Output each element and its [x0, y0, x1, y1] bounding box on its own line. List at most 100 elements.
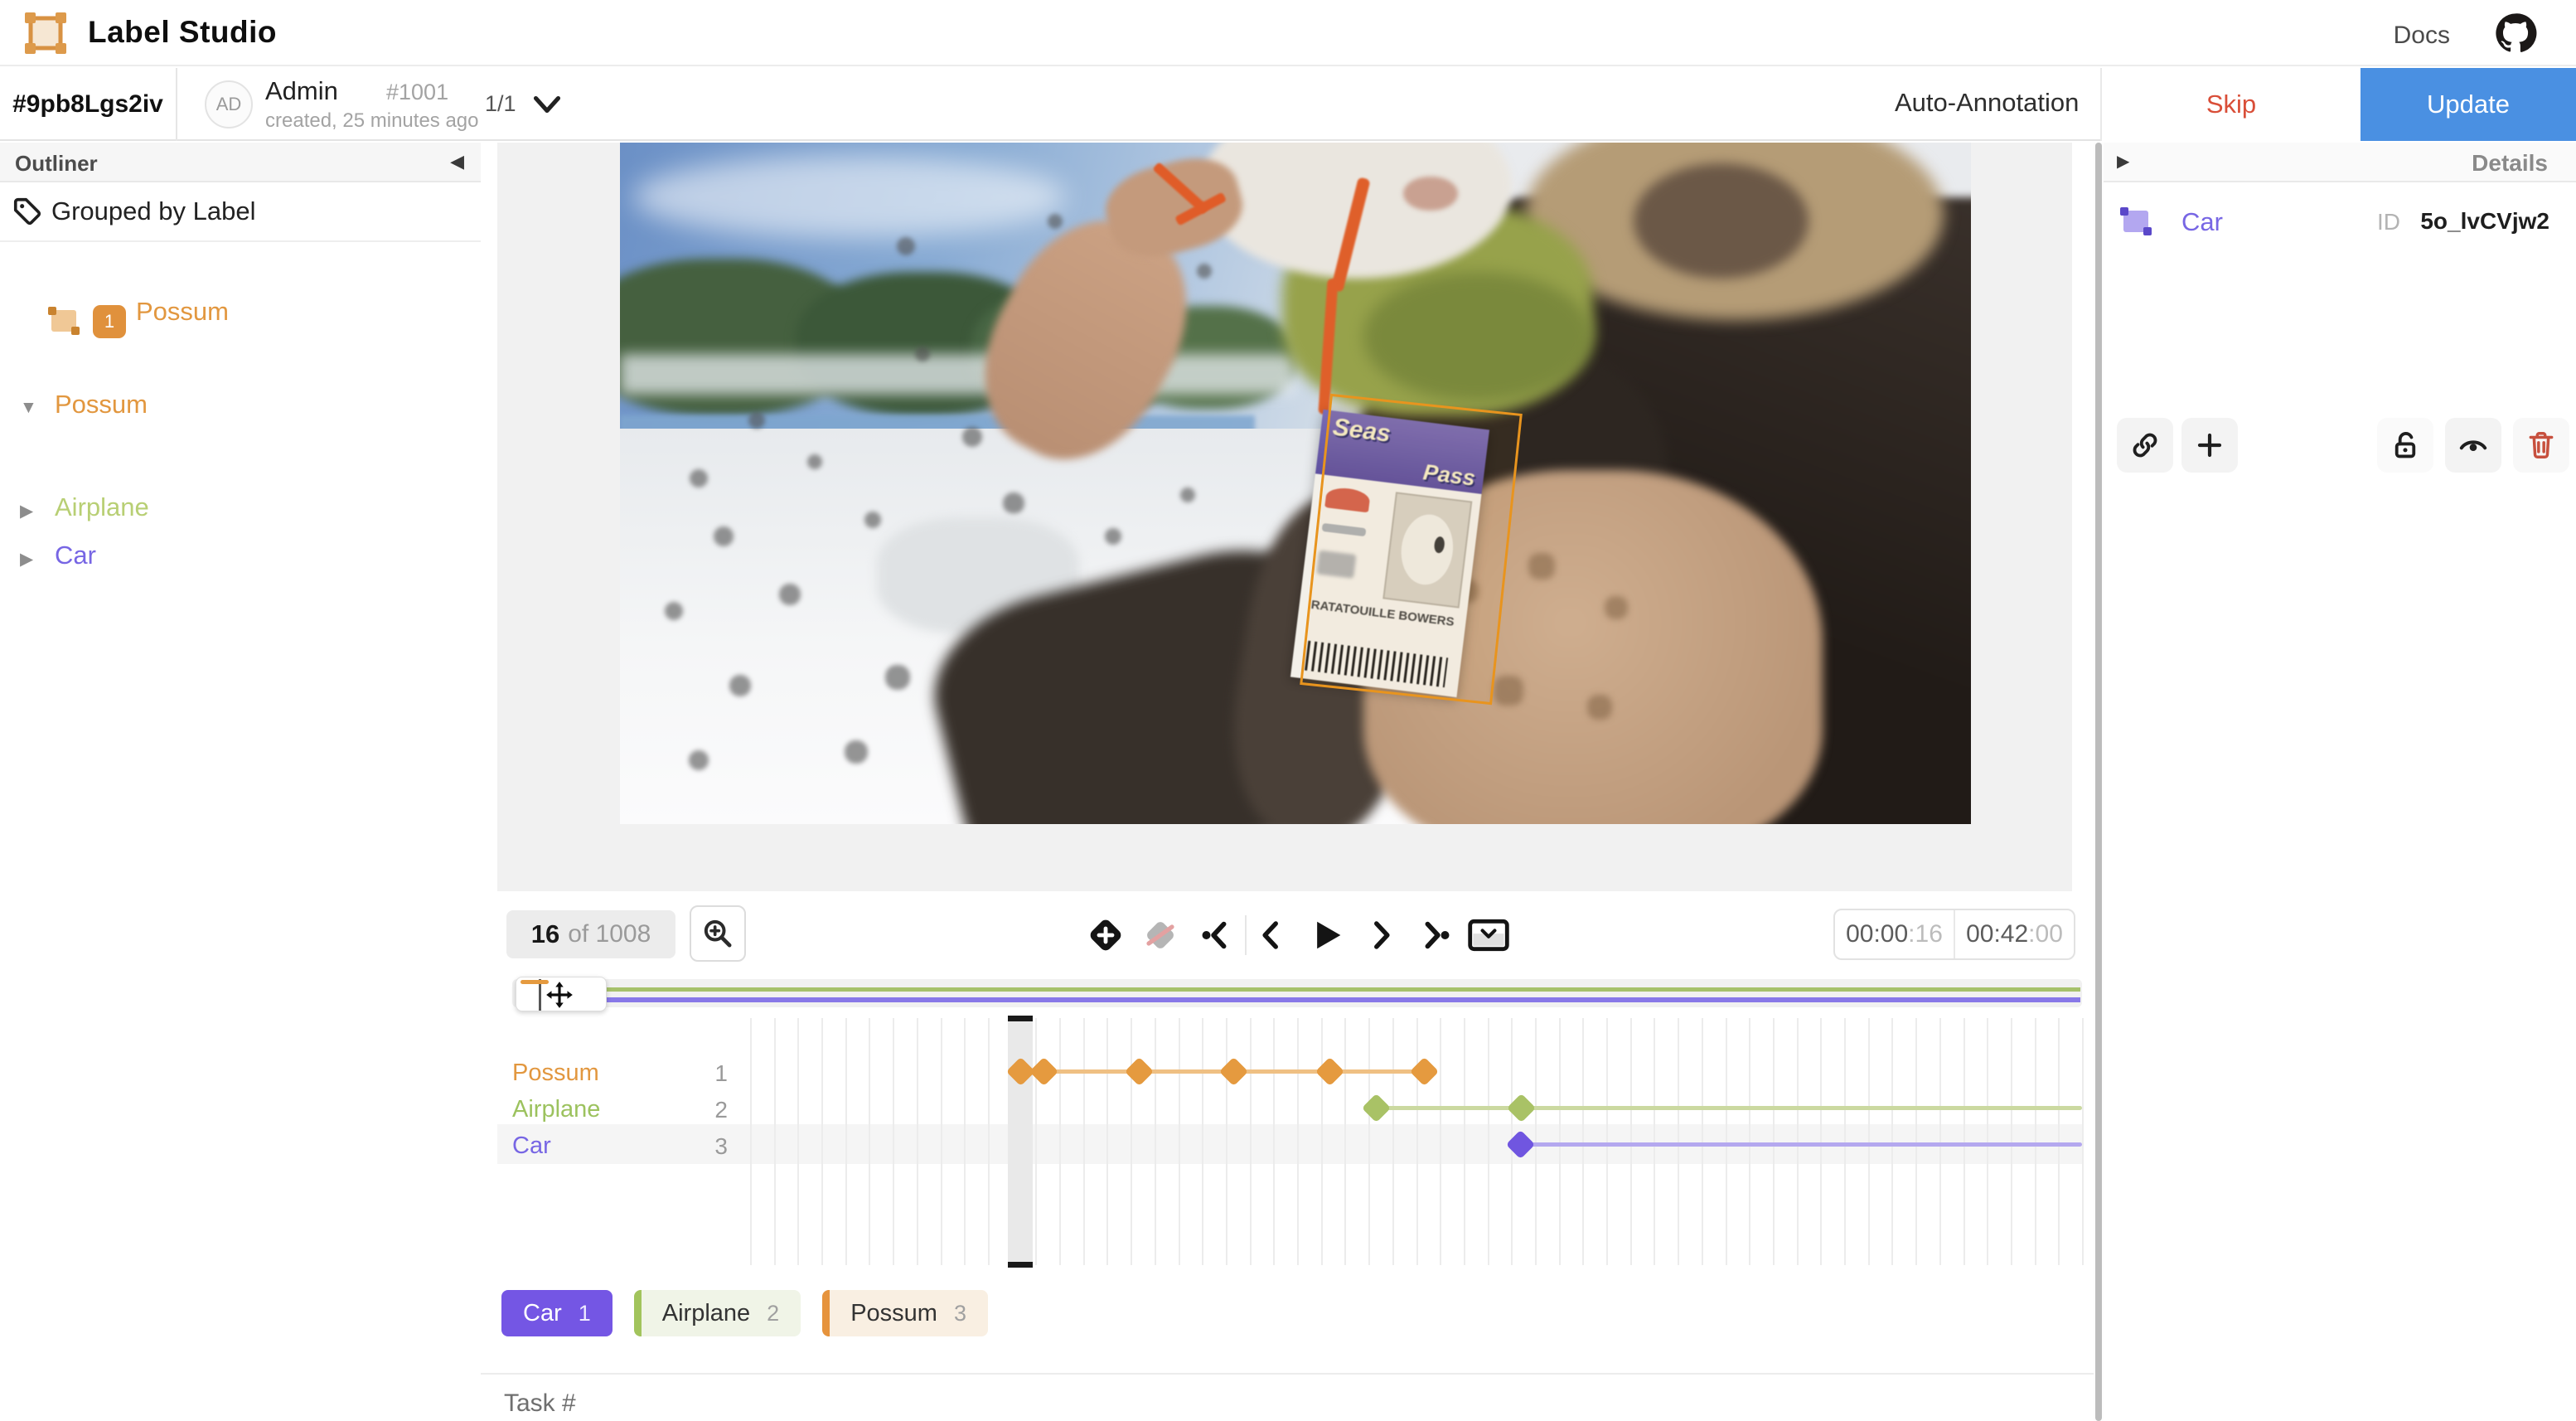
next-frame-button[interactable]	[1358, 912, 1404, 958]
label-studio-logo-icon[interactable]	[23, 11, 68, 56]
grid-line	[1987, 1018, 1988, 1265]
delete-region-button[interactable]	[2513, 418, 2569, 473]
keyframe-diamond-possum[interactable]	[1029, 1057, 1058, 1086]
remove-keyframe-button[interactable]	[1137, 912, 1184, 958]
hide-region-button[interactable]	[2445, 418, 2501, 473]
grid-line	[869, 1018, 870, 1265]
seek-line-car	[564, 997, 2080, 1002]
chevron-right-icon	[1363, 918, 1398, 953]
track-label-airplane[interactable]: Airplane	[512, 1096, 678, 1123]
grid-line	[1250, 1018, 1252, 1265]
scrollbar-thumb[interactable]	[2095, 143, 2102, 1421]
seek-track[interactable]	[512, 979, 2082, 1007]
playhead-cap[interactable]	[1008, 1016, 1033, 1021]
footer-divider	[481, 1373, 2094, 1375]
tree-group-car[interactable]: Car	[55, 541, 96, 570]
keyframe-line-airplane	[1376, 1106, 2082, 1110]
tree-group-airplane[interactable]: Airplane	[55, 492, 149, 522]
grid-line	[1392, 1018, 1394, 1265]
keyframe-diamond-possum[interactable]	[1410, 1057, 1439, 1086]
annotator-name: Admin	[265, 76, 338, 106]
tree-region-possum[interactable]: Possum	[136, 297, 229, 327]
track-num: 2	[695, 1097, 728, 1123]
grid-line	[1416, 1018, 1418, 1265]
move-cursor-icon	[544, 979, 575, 1011]
keyframe-diamond-car[interactable]	[1506, 1130, 1535, 1159]
label-chip-airplane[interactable]: Airplane2	[634, 1290, 801, 1336]
caret-collapsed-icon[interactable]: ▶	[20, 501, 33, 521]
grid-line	[1179, 1018, 1180, 1265]
skip-button[interactable]: Skip	[2100, 68, 2361, 141]
task-id[interactable]: #9pb8Lgs2iv	[0, 68, 177, 141]
github-icon[interactable]	[2493, 11, 2538, 56]
grid-line	[1464, 1018, 1465, 1265]
caret-expanded-icon[interactable]: ▼	[20, 398, 37, 418]
grid-line	[1344, 1018, 1346, 1265]
details-title: Details	[2472, 150, 2548, 177]
chevron-down-icon[interactable]	[532, 93, 562, 116]
keyframe-diamond-possum[interactable]	[1219, 1057, 1248, 1086]
auto-annotation-label: Auto-Annotation	[1895, 88, 2079, 118]
grid-line	[988, 1018, 990, 1265]
grid-line	[1106, 1018, 1108, 1265]
grid-line	[917, 1018, 918, 1265]
grid-line	[1321, 1018, 1323, 1265]
grid-line	[1226, 1018, 1227, 1265]
track-label-possum[interactable]: Possum	[512, 1060, 678, 1087]
video-frame[interactable]: Seas Pass RATATOUILLE BOWERS	[620, 143, 1971, 824]
outliner-header: Outliner ◀	[0, 143, 481, 182]
label-chip-car[interactable]: Car1	[501, 1290, 613, 1336]
seekbar[interactable]	[512, 977, 2082, 1011]
play-button[interactable]	[1303, 912, 1349, 958]
keyframe-line-car	[1520, 1142, 2082, 1147]
track-label-car[interactable]: Car	[512, 1132, 678, 1160]
tag-icon	[12, 196, 43, 227]
keyframe-diamond-possum[interactable]	[1315, 1057, 1344, 1086]
annotator-avatar[interactable]: AD	[205, 80, 253, 129]
lock-region-button[interactable]	[2377, 418, 2433, 473]
timeline-zoom-button[interactable]	[690, 905, 746, 962]
grouping-selector[interactable]: Grouped by Label	[0, 182, 481, 242]
docs-link[interactable]: Docs	[2394, 22, 2450, 50]
grid-line	[1726, 1018, 1727, 1265]
region-name[interactable]: Car	[2181, 207, 2223, 237]
update-button[interactable]: Update	[2361, 68, 2576, 141]
playhead-cap[interactable]	[1008, 1262, 1033, 1268]
bounding-box-region[interactable]	[1300, 394, 1523, 706]
prev-keyframe-button[interactable]	[1193, 912, 1239, 958]
grid-line	[1844, 1018, 1846, 1265]
grid-line	[1654, 1018, 1655, 1265]
grid-line	[750, 1018, 752, 1265]
collapse-panel-icon[interactable]: ◀	[450, 151, 464, 172]
keyframe-diamond-airplane[interactable]	[1362, 1094, 1391, 1123]
track-num: 1	[695, 1060, 728, 1087]
frame-counter[interactable]: 16 of 1008	[506, 910, 675, 958]
keyframe-diamond-possum[interactable]	[1125, 1057, 1154, 1086]
annotation-pager: 1/1	[485, 91, 516, 117]
expand-panel-icon[interactable]: ▶	[2117, 151, 2129, 172]
link-region-button[interactable]	[2117, 418, 2173, 473]
plus-icon	[2195, 430, 2225, 460]
frames-grid[interactable]	[750, 1018, 2082, 1265]
caret-collapsed-icon[interactable]: ▶	[20, 549, 33, 570]
add-meta-button[interactable]	[2181, 418, 2238, 473]
grid-line	[1059, 1018, 1061, 1265]
grid-line	[1915, 1018, 1917, 1265]
annotation-number: #1001	[386, 80, 448, 105]
add-keyframe-button[interactable]	[1082, 912, 1129, 958]
total-frames: of 1008	[568, 920, 651, 948]
grid-line	[1939, 1018, 1941, 1265]
outliner-title: Outliner	[15, 151, 98, 177]
current-frame-column[interactable]	[1008, 1018, 1033, 1265]
label-chip-possum[interactable]: Possum3	[822, 1290, 988, 1336]
selected-region-row[interactable]: Car ID 5o_lvCVjw2	[2104, 197, 2576, 247]
grid-line	[1678, 1018, 1679, 1265]
chip-color-bar	[634, 1290, 642, 1336]
prev-frame-button[interactable]	[1248, 912, 1295, 958]
tree-group-possum[interactable]: Possum	[55, 390, 148, 420]
next-keyframe-button[interactable]	[1412, 912, 1459, 958]
collapse-timeline-button[interactable]	[1465, 912, 1512, 958]
magnifier-plus-icon	[701, 917, 734, 950]
current-time[interactable]: 00:00:16	[1835, 910, 1955, 958]
grid-line	[1273, 1018, 1275, 1265]
